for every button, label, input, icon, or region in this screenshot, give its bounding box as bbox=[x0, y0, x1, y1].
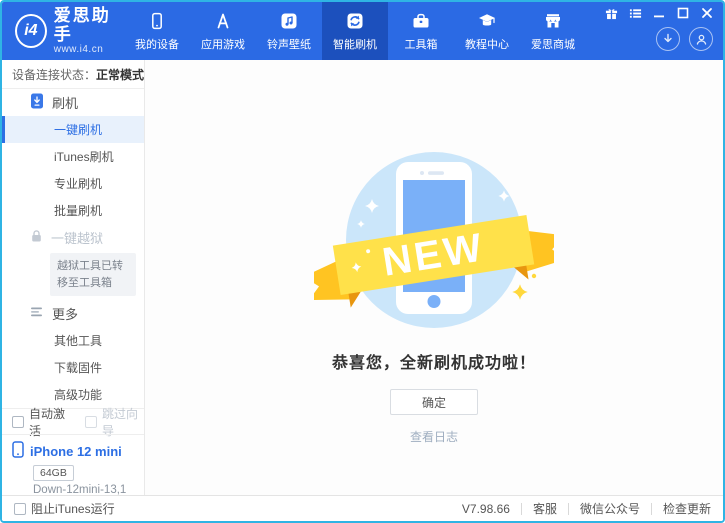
customer-service-link[interactable]: 客服 bbox=[533, 500, 557, 517]
ringtone-icon bbox=[279, 11, 299, 31]
device-capacity-badge: 64GB bbox=[33, 465, 74, 481]
divider bbox=[567, 502, 569, 515]
app-title: 爱思助手 bbox=[53, 5, 111, 44]
flash-success-illustration: NEW bbox=[303, 144, 566, 345]
mall-icon bbox=[543, 11, 563, 31]
wechat-account-link[interactable]: 微信公众号 bbox=[580, 500, 640, 517]
checkbox-box bbox=[85, 415, 97, 428]
sidebar-section-label: 一键越狱 bbox=[51, 231, 104, 246]
connection-status-value: 正常模式 bbox=[96, 67, 145, 82]
connected-device-panel[interactable]: iPhone 12 mini 64GB Down-12mini-13,1 bbox=[2, 434, 144, 495]
version-label: V7.98.66 bbox=[461, 501, 510, 516]
user-profile-icon[interactable] bbox=[689, 27, 713, 51]
tab-label: 应用游戏 bbox=[201, 38, 245, 51]
tab-my-devices[interactable]: 我的设备 bbox=[124, 2, 190, 60]
divider bbox=[650, 502, 652, 515]
sidebar: 设备连接状态： 正常模式 刷机 一键刷机 iTunes刷机 专业刷机 批量刷机 一… bbox=[2, 60, 145, 495]
logo-i4-icon: i4 bbox=[15, 14, 47, 48]
smart-flash-icon bbox=[345, 11, 365, 31]
tutorial-icon bbox=[477, 11, 497, 31]
toolbox-icon bbox=[411, 11, 431, 31]
confirm-button[interactable]: 确定 bbox=[390, 389, 478, 415]
sidebar-item-other-tools[interactable]: 其他工具 bbox=[2, 327, 144, 354]
tab-ringtones-wallpapers[interactable]: 铃声壁纸 bbox=[256, 2, 322, 60]
header: i4 爱思助手 www.i4.cn 我的设备 应用游戏 铃声壁纸 智能刷机 工具… bbox=[2, 2, 723, 60]
status-bar: 阻止iTunes运行 V7.98.66 客服 微信公众号 检查更新 bbox=[2, 495, 723, 521]
sidebar-item-itunes-flash[interactable]: iTunes刷机 bbox=[2, 143, 144, 170]
app-logo: i4 爱思助手 www.i4.cn bbox=[2, 2, 124, 60]
sidebar-item-one-click-flash[interactable]: 一键刷机 bbox=[2, 116, 144, 143]
tab-label: 智能刷机 bbox=[333, 38, 377, 51]
checkbox-box[interactable] bbox=[12, 415, 24, 428]
sidebar-section-flash[interactable]: 刷机 bbox=[2, 89, 144, 116]
my-device-icon bbox=[147, 11, 167, 31]
tab-apps-games[interactable]: 应用游戏 bbox=[190, 2, 256, 60]
check-update-link[interactable]: 检查更新 bbox=[663, 500, 711, 517]
connection-status: 设备连接状态： 正常模式 bbox=[2, 60, 144, 89]
jailbreak-moved-note: 越狱工具已转移至工具箱 bbox=[50, 253, 136, 296]
checkbox-box[interactable] bbox=[14, 502, 26, 515]
sidebar-item-download-firmware[interactable]: 下载固件 bbox=[2, 354, 144, 381]
divider bbox=[520, 502, 522, 515]
success-message: 恭喜您，全新刷机成功啦！ bbox=[331, 355, 536, 372]
download-manager-icon[interactable] bbox=[656, 27, 680, 51]
window-controls bbox=[601, 5, 717, 21]
block-itunes-checkbox[interactable]: 阻止iTunes运行 bbox=[14, 500, 115, 517]
lock-icon bbox=[30, 229, 43, 246]
view-log-link[interactable]: 查看日志 bbox=[410, 428, 458, 445]
sidebar-section-label: 更多 bbox=[52, 307, 79, 322]
menu-list-icon[interactable] bbox=[625, 5, 645, 21]
sidebar-item-batch-flash[interactable]: 批量刷机 bbox=[2, 197, 144, 224]
tab-label: 教程中心 bbox=[465, 38, 509, 51]
tab-toolbox[interactable]: 工具箱 bbox=[388, 2, 454, 60]
sidebar-section-more[interactable]: 更多 bbox=[2, 300, 144, 327]
device-name: iPhone 12 mini bbox=[30, 443, 122, 459]
connection-status-label: 设备连接状态： bbox=[12, 67, 97, 82]
appstore-icon bbox=[213, 11, 233, 31]
device-firmware: Down-12mini-13,1 bbox=[33, 484, 127, 495]
flash-options: 自动激活 跳过向导 bbox=[2, 407, 144, 438]
theme-gift-icon[interactable] bbox=[601, 5, 621, 21]
tab-label: 铃声壁纸 bbox=[267, 38, 311, 51]
tab-label: 工具箱 bbox=[404, 38, 438, 51]
sidebar-item-pro-flash[interactable]: 专业刷机 bbox=[2, 170, 144, 197]
close-icon[interactable] bbox=[697, 5, 717, 21]
tab-i4-mall[interactable]: 爱思商城 bbox=[520, 2, 586, 60]
more-lines-icon bbox=[30, 306, 44, 321]
minimize-icon[interactable] bbox=[649, 5, 669, 21]
checkbox-label: 阻止iTunes运行 bbox=[31, 502, 115, 516]
tab-smart-flash[interactable]: 智能刷机 bbox=[322, 2, 388, 60]
flash-phone-icon bbox=[30, 93, 44, 112]
app-window: i4 爱思助手 www.i4.cn 我的设备 应用游戏 铃声壁纸 智能刷机 工具… bbox=[0, 0, 725, 523]
iphone-icon bbox=[12, 441, 24, 461]
header-quick-actions bbox=[656, 27, 713, 51]
tab-tutorial-center[interactable]: 教程中心 bbox=[454, 2, 520, 60]
sidebar-section-label: 刷机 bbox=[52, 96, 79, 111]
main-content: NEW 恭喜您，全新刷机成功啦！ 确定 查看日志 bbox=[145, 60, 723, 495]
sidebar-section-jailbreak: 一键越狱 bbox=[2, 224, 144, 251]
maximize-icon[interactable] bbox=[673, 5, 693, 21]
main-nav: 我的设备 应用游戏 铃声壁纸 智能刷机 工具箱 教程中心 爱思商城 bbox=[124, 2, 586, 60]
tab-label: 我的设备 bbox=[135, 38, 179, 51]
app-subtitle: www.i4.cn bbox=[53, 44, 104, 56]
tab-label: 爱思商城 bbox=[531, 38, 575, 51]
